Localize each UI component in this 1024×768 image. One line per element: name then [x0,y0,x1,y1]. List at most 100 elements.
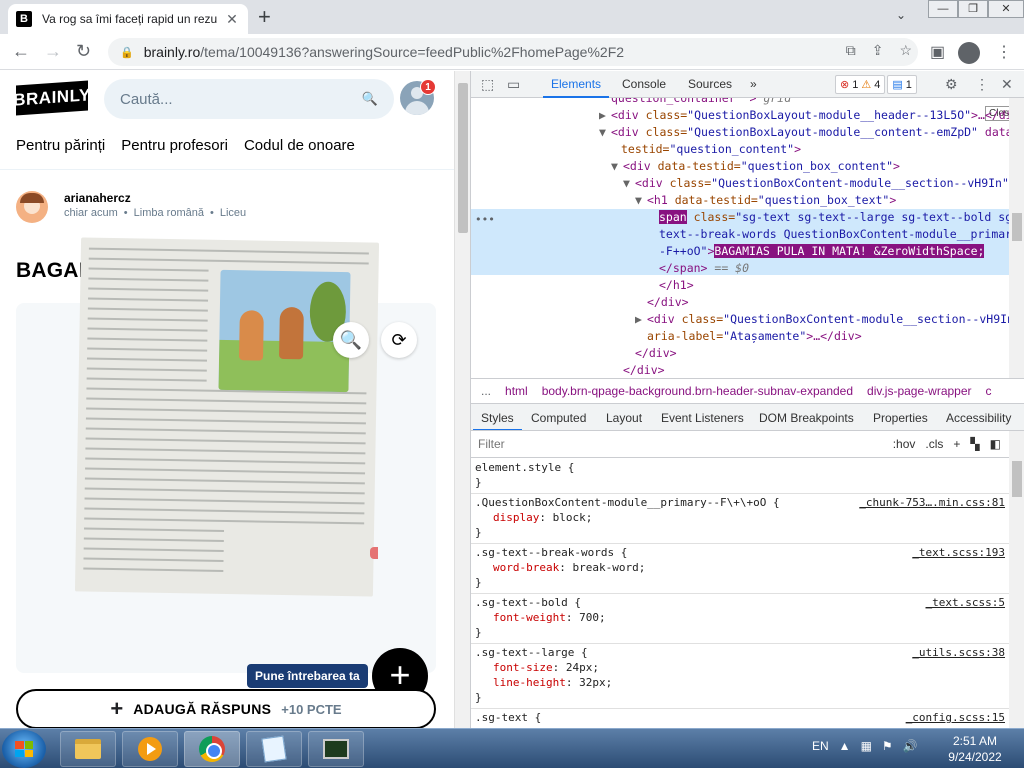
browser-tab[interactable]: B Va rog sa îmi faceți rapid un rezu ✕ [8,4,248,34]
rotate-icon[interactable]: ⟳ [381,322,417,358]
dom-scrollbar[interactable] [1009,98,1024,378]
translate-icon[interactable]: ⧉ [846,42,856,59]
profile-icon[interactable] [958,42,980,64]
question-subject[interactable]: Limba română [134,207,204,219]
sidebar-toggle-icon[interactable]: ◧ [990,437,1001,451]
volume-icon[interactable]: 🔊 [903,739,918,753]
css-source-link[interactable]: _text.scss:5 [926,595,1005,610]
asker-avatar[interactable] [16,191,48,223]
reload-icon[interactable]: ↻ [76,41,91,62]
zoom-icon[interactable]: 🔍 [333,322,369,358]
device-toolbar-icon[interactable]: ▭ [507,76,520,93]
tab-sources[interactable]: Sources [688,77,732,91]
subnav-parents[interactable]: Pentru părinți [16,137,105,154]
node-actions-ellipsis[interactable]: ••• [475,211,495,228]
flag-alert-icon[interactable]: ⚑ [882,739,893,753]
devtools-menu-icon[interactable]: ⋮ [975,76,989,93]
breadcrumb-item[interactable]: c [986,384,992,398]
paint-icon[interactable]: ▚ [970,437,979,451]
dom-node-line[interactable]: ▶ <div class="QuestionBoxLayout-module__h… [599,107,1009,124]
tray-expand-icon[interactable]: ▲ [839,739,851,753]
tab-close-icon[interactable]: ✕ [224,11,240,28]
forward-icon[interactable]: → [44,41,62,62]
taskbar-monitor[interactable] [308,731,364,767]
sidepanel-icon[interactable]: ▣ [930,42,945,62]
settings-gear-icon[interactable]: ⚙ [945,76,958,93]
dom-node-line[interactable]: </h1> [647,277,694,294]
selected-span-close[interactable]: </span> == $0 [659,260,749,277]
star-icon[interactable]: ☆ [899,42,912,59]
css-rule[interactable]: .sg-text {_config.scss:15 [471,708,1009,728]
new-tab-button[interactable]: + [258,6,271,28]
subnav-teachers[interactable]: Pentru profesori [121,137,228,154]
css-rule[interactable]: .sg-text--break-words {_text.scss:193 wor… [471,543,1009,594]
breadcrumb-item[interactable]: body.brn-qpage-background.brn-header-sub… [542,384,853,398]
menu-icon[interactable]: ⋮ [996,42,1012,62]
dom-node-line[interactable]: </div> [611,362,665,378]
breadcrumb-item[interactable]: html [505,384,528,398]
dom-node-line[interactable]: ▼ <div class="QuestionBoxContent-module__… [623,175,1009,192]
css-rule[interactable]: .QuestionBoxContent-module__primary--F\+… [471,493,1009,544]
css-declaration[interactable]: line-height: 32px; [475,675,1005,690]
hover-state-button[interactable]: :hov [893,437,916,451]
start-button[interactable] [2,730,46,768]
dom-node-line[interactable]: ▶ <div class="QuestionBoxContent-module__… [635,311,1009,328]
css-declaration[interactable]: font-size: 24px; [475,660,1005,675]
network-icon[interactable]: ▦ [861,739,872,753]
dom-node-line[interactable]: testid="question_content"> [609,141,801,158]
css-rule[interactable]: .sg-text--bold {_text.scss:5 font-weight:… [471,593,1009,644]
more-tabs-button[interactable]: » [750,77,757,91]
new-rule-button[interactable]: + [953,437,960,451]
taskbar-explorer[interactable] [60,731,116,767]
dom-tree[interactable]: ••• question_container" > grid ▶ <div clas… [471,98,1009,378]
styles-scrollbar[interactable] [1009,431,1024,728]
dom-node-line[interactable]: aria-label="Atașamente">…</div> [635,328,862,345]
css-source-link[interactable]: _text.scss:193 [912,545,1005,560]
breadcrumb-ellipsis[interactable]: ... [481,384,491,398]
selected-span-text[interactable]: -F++oO">BAGAMIAS PULA IN MATA! &ZeroWidt… [659,243,985,260]
subnav-honor-code[interactable]: Codul de onoare [244,137,355,154]
messages-badge[interactable]: ▤ 1 [887,75,917,94]
tab-elements[interactable]: Elements [542,77,610,98]
subtab-accessibility[interactable]: Accessibility [946,411,1011,425]
minimize-icon[interactable]: — [928,0,958,18]
language-indicator[interactable]: EN [812,739,829,753]
styles-filter-input[interactable]: Filter [478,437,505,451]
dom-node-line[interactable]: ▼ <div data-testid="question_box_content"… [611,158,900,175]
add-answer-button[interactable]: + ADAUGĂ RĂSPUNS +10 PCTE [16,689,436,729]
window-close-icon[interactable]: ✕ [988,0,1024,18]
tab-search-icon[interactable]: ⌄ [896,8,906,22]
dom-node-line[interactable]: </div> [623,345,677,362]
dom-node-line[interactable]: ▼ <h1 data-testid="question_box_text"> [635,192,896,209]
css-source-link[interactable]: _utils.scss:38 [912,645,1005,660]
subtab-computed[interactable]: Computed [531,411,586,425]
tab-console[interactable]: Console [622,77,666,91]
css-rule[interactable]: element.style {} [471,458,1009,494]
subtab-dom-breakpoints[interactable]: DOM Breakpoints [759,411,854,425]
class-toggle-button[interactable]: .cls [925,437,943,451]
inspect-element-icon[interactable]: ⬚ [481,76,494,93]
restore-icon[interactable]: ❐ [958,0,988,18]
selected-span-line[interactable]: span class="sg-text sg-text--large sg-te… [659,209,1009,226]
address-bar[interactable]: 🔒 brainly.ro/tema/10049136?answeringSour… [108,38,918,66]
subtab-styles[interactable]: Styles [473,411,522,430]
error-badge[interactable]: ⊗ 1 ⚠ 4 [835,75,886,94]
attachment-photo[interactable] [74,237,380,597]
page-scrollbar[interactable] [454,71,470,728]
subtab-properties[interactable]: Properties [873,411,928,425]
dom-node-line[interactable]: </div> [635,294,689,311]
ask-question-button[interactable]: Pune întrebarea ta [247,664,368,688]
subtab-layout[interactable]: Layout [606,411,642,425]
taskbar-chrome[interactable] [184,731,240,767]
taskbar-media-player[interactable] [122,731,178,767]
selected-span-line[interactable]: text--break-words QuestionBoxContent-mod… [659,226,1009,243]
asker-username[interactable]: arianahercz [64,191,131,205]
taskbar-notepad[interactable] [246,731,302,767]
css-declaration[interactable]: font-weight: 700; [475,610,1005,625]
search-input[interactable]: Caută... 🔍 [104,79,394,119]
css-rule[interactable]: .sg-text--large {_utils.scss:38 font-size… [471,643,1009,709]
share-icon[interactable]: ⇪ [872,42,884,59]
breadcrumb-item[interactable]: div.js-page-wrapper [867,384,972,398]
brainly-logo[interactable]: BRAINLY [13,80,91,116]
lock-icon[interactable]: 🔒 [120,46,134,59]
